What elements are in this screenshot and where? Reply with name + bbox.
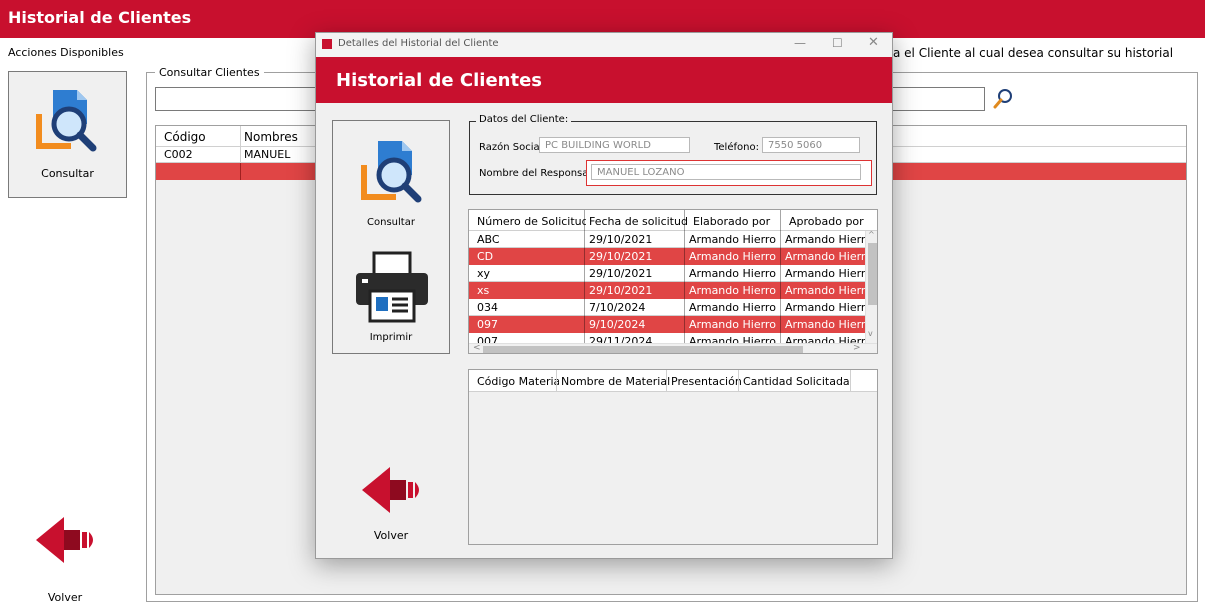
materiales-header: Código Material Nombre de Material Prese… — [469, 370, 877, 392]
scrollbar-thumb[interactable] — [483, 346, 803, 353]
table-row[interactable]: xy 29/10/2021 Armando Hierro Armando Hie… — [469, 265, 865, 282]
header-cantidad-solicitada: Cantidad Solicitada — [743, 375, 849, 388]
cell-numero: xs — [477, 284, 490, 297]
cell-numero: xy — [477, 267, 491, 280]
solicitudes-table: Número de Solicitud Fecha de solicitud E… — [468, 209, 878, 354]
search-document-icon — [361, 141, 422, 203]
header-aprobado-por: Aprobado por — [789, 215, 864, 228]
cell-aprobado: Armando Hierro — [785, 318, 865, 331]
table-row[interactable]: xs 29/10/2021 Armando Hierro Armando Hie… — [469, 282, 865, 299]
search-icon[interactable] — [991, 87, 1017, 111]
razon-social-field[interactable]: PC BUILDING WORLD — [539, 137, 690, 153]
cell-aprobado: Armando Hierro — [785, 250, 865, 263]
dialog-header: Historial de Clientes — [316, 57, 892, 103]
datos-cliente-label: Datos del Cliente: — [476, 114, 572, 125]
volver-label: Volver — [47, 591, 83, 604]
cell-codigo: C002 — [164, 148, 193, 161]
consultar-label: Consultar — [41, 167, 94, 180]
header-presentacion: Presentación — [671, 375, 742, 388]
printer-icon — [356, 251, 428, 323]
dialog-header-title: Historial de Clientes — [336, 70, 543, 91]
cell-aprobado: Armando Hierro — [785, 301, 865, 314]
minimize-icon[interactable]: — — [794, 36, 806, 50]
vertical-scrollbar[interactable]: ^ v — [865, 230, 877, 343]
header-nombre-material: Nombre de Material — [561, 375, 671, 388]
cell-numero: ABC — [477, 233, 500, 246]
imprimir-button[interactable]: Imprimir — [333, 246, 449, 351]
table-row[interactable]: 097 9/10/2024 Armando Hierro Armando Hie… — [469, 316, 865, 333]
back-arrow-icon — [36, 517, 93, 563]
horizontal-scrollbar[interactable]: < > — [469, 343, 877, 353]
app-icon — [322, 39, 332, 49]
imprimir-label: Imprimir — [369, 332, 413, 343]
cell-elaborado: Armando Hierro — [689, 250, 776, 263]
table-row[interactable]: ABC 29/10/2021 Armando Hierro Armando Hi… — [469, 231, 865, 248]
cell-numero: CD — [477, 250, 494, 263]
cell-fecha: 29/10/2021 — [589, 284, 653, 297]
dialog-consultar-button[interactable]: Consultar — [333, 121, 449, 241]
dialog-consultar-label: Consultar — [367, 217, 415, 228]
consultar-button[interactable]: Consultar — [8, 71, 127, 198]
razon-social-label: Razón Social — [479, 142, 543, 153]
header-fecha-solicitud: Fecha de solicitud — [589, 215, 688, 228]
cell-aprobado: Armando Hierro — [785, 267, 865, 280]
table-row[interactable]: CD 29/10/2021 Armando Hierro Armando Hie… — [469, 248, 865, 265]
cell-elaborado: Armando Hierro — [689, 318, 776, 331]
hint-text: a el Cliente al cual desea consultar su … — [893, 46, 1174, 60]
header-numero-solicitud: Número de Solicitud — [477, 215, 586, 228]
cell-fecha: 7/10/2024 — [589, 301, 646, 314]
dialog-window-title: Detalles del Historial del Cliente — [338, 38, 499, 49]
main-title: Historial de Clientes — [8, 8, 192, 27]
cell-numero: 097 — [477, 318, 498, 331]
table-row[interactable]: 034 7/10/2024 Armando Hierro Armando Hie… — [469, 299, 865, 316]
acciones-label: Acciones Disponibles — [8, 46, 124, 59]
search-document-icon — [36, 90, 97, 152]
close-icon[interactable]: ✕ — [868, 35, 879, 50]
telefono-field[interactable]: 7550 5060 — [762, 137, 860, 153]
groupbox-label: Consultar Clientes — [155, 66, 264, 79]
header-codigo-material: Código Material — [477, 375, 559, 388]
cell-fecha: 9/10/2024 — [589, 318, 646, 331]
cell-fecha: 29/10/2021 — [589, 250, 653, 263]
dialog-window: Detalles del Historial del Cliente — ☐ ✕… — [315, 32, 893, 559]
header-elaborado-por: Elaborado por — [693, 215, 771, 228]
materiales-table: Código Material Nombre de Material Prese… — [468, 369, 878, 545]
cell-elaborado: Armando Hierro — [689, 267, 776, 280]
cell-fecha: 29/10/2021 — [589, 267, 653, 280]
responsable-label: Nombre del Responsab — [479, 168, 595, 179]
dialog-actions-panel: Consultar Imprimir — [332, 120, 450, 354]
maximize-icon[interactable]: ☐ — [832, 36, 843, 50]
volver-button[interactable]: Volver — [30, 515, 100, 604]
cell-numero: 034 — [477, 301, 498, 314]
dialog-titlebar[interactable]: Detalles del Historial del Cliente — ☐ ✕ — [316, 33, 892, 57]
dialog-volver-label: Volver — [373, 529, 409, 542]
responsable-field[interactable]: MANUEL LOZANO — [591, 164, 861, 180]
cell-aprobado: Armando Hierro — [785, 284, 865, 297]
cell-elaborado: Armando Hierro — [689, 301, 776, 314]
header-codigo: Código — [164, 130, 206, 144]
cell-elaborado: Armando Hierro — [689, 233, 776, 246]
cell-elaborado: Armando Hierro — [689, 284, 776, 297]
cell-fecha: 29/10/2021 — [589, 233, 653, 246]
back-arrow-icon — [362, 467, 419, 513]
scrollbar-thumb[interactable] — [868, 243, 877, 305]
solicitudes-header: Número de Solicitud Fecha de solicitud E… — [469, 210, 877, 231]
cell-aprobado: Armando Hierro — [785, 233, 865, 246]
dialog-volver-button[interactable]: Volver — [356, 465, 426, 545]
telefono-label: Teléfono: — [714, 142, 759, 153]
